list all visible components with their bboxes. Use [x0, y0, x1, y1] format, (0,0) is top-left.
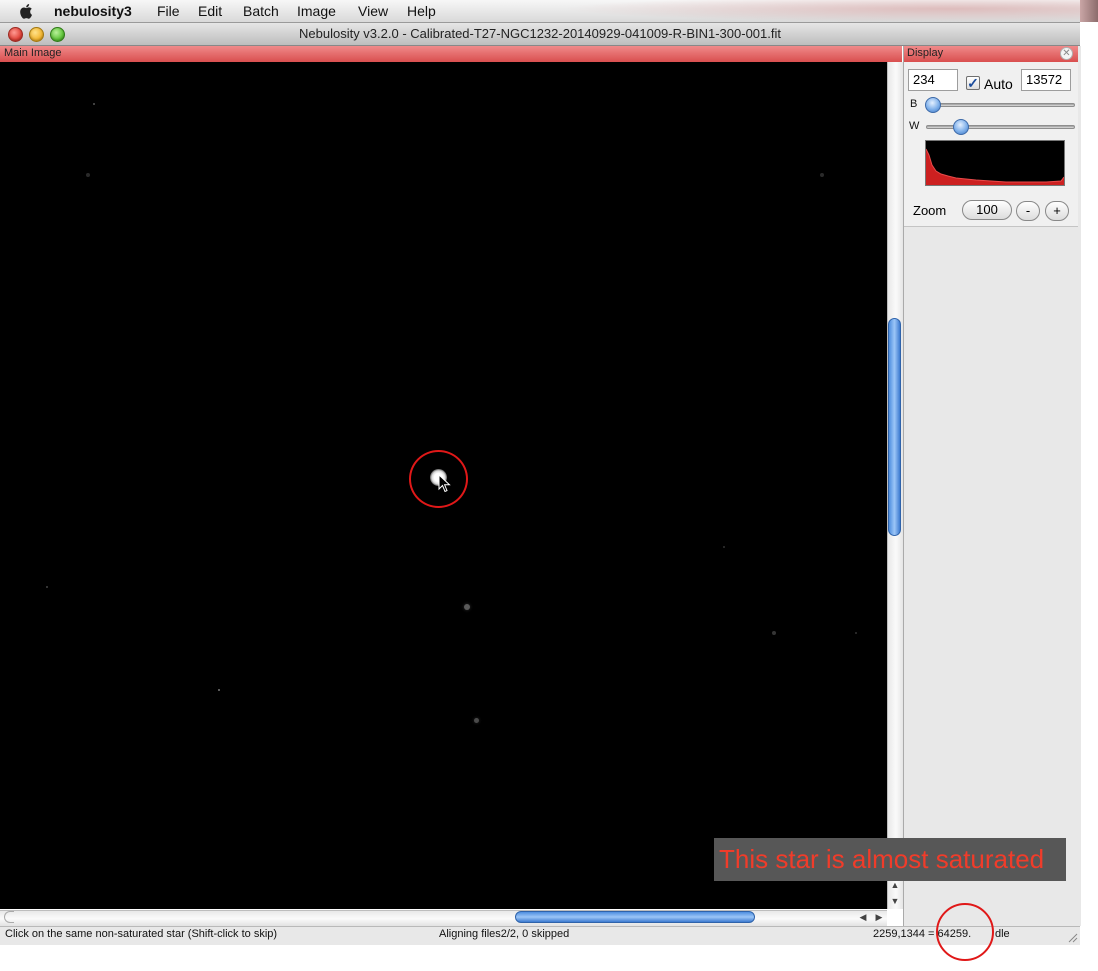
auto-checkbox[interactable]: ✓: [966, 76, 980, 90]
menu-file[interactable]: File: [157, 3, 180, 19]
menu-help[interactable]: Help: [407, 3, 436, 19]
zoom-value-field[interactable]: 100: [962, 200, 1012, 220]
black-point-input[interactable]: 234: [908, 69, 958, 91]
b-slider-knob[interactable]: [925, 97, 941, 113]
window-zoom-button[interactable]: [50, 27, 65, 42]
resize-grip-icon[interactable]: [1066, 931, 1078, 943]
menu-edit[interactable]: Edit: [198, 3, 222, 19]
scroll-right-arrow-icon[interactable]: ▶: [871, 912, 887, 923]
auto-label: Auto: [984, 76, 1013, 92]
readout-highlight-circle: [936, 903, 994, 961]
histogram: [925, 140, 1065, 186]
vertical-scroll-thumb[interactable]: [888, 318, 901, 536]
close-icon[interactable]: ✕: [1060, 47, 1073, 60]
star-highlight-circle: [409, 450, 468, 508]
star: [772, 631, 776, 635]
star: [474, 718, 479, 723]
zoom-in-button[interactable]: +: [1045, 201, 1069, 221]
zoom-label: Zoom: [913, 203, 947, 218]
menu-view[interactable]: View: [358, 3, 388, 19]
scroll-left-arrow-icon[interactable]: ◀: [855, 912, 871, 923]
status-instruction: Click on the same non-saturated star (Sh…: [5, 928, 278, 940]
zoom-out-button[interactable]: -: [1016, 201, 1040, 221]
main-image-label: Main Image: [4, 47, 62, 59]
star: [86, 173, 90, 177]
star: [855, 632, 857, 634]
menu-bar-wallpaper: [560, 0, 1080, 22]
main-image-header: [0, 46, 902, 62]
annotation-callout: This star is almost saturated: [714, 838, 1066, 881]
b-slider-track[interactable]: [926, 103, 1075, 107]
menu-image[interactable]: Image: [297, 3, 336, 19]
desktop-edge: [1080, 0, 1098, 22]
scroll-up-arrow-icon[interactable]: ▲: [887, 880, 903, 890]
menu-app-name[interactable]: nebulosity3: [54, 3, 132, 19]
w-slider-label: W: [909, 120, 920, 132]
window-minimize-button[interactable]: [29, 27, 44, 42]
star: [820, 173, 824, 177]
display-panel-label: Display: [907, 47, 944, 59]
horizontal-scroll-thumb[interactable]: [515, 911, 755, 923]
status-state: dle: [995, 928, 1010, 940]
apple-icon[interactable]: [18, 2, 36, 20]
star: [46, 586, 48, 588]
horizontal-scroll-track-cap: [4, 911, 14, 923]
white-point-input[interactable]: 13572: [1021, 69, 1071, 91]
b-slider-label: B: [910, 98, 918, 110]
w-slider-track[interactable]: [926, 125, 1075, 129]
window-title: Nebulosity v3.2.0 - Calibrated-T27-NGC12…: [299, 26, 781, 41]
w-slider-knob[interactable]: [952, 119, 969, 135]
window-close-button[interactable]: [8, 27, 23, 42]
star: [464, 604, 470, 610]
scroll-down-arrow-icon[interactable]: ▼: [887, 896, 903, 906]
histogram-plot: [926, 148, 1064, 185]
star: [723, 546, 725, 548]
menu-batch[interactable]: Batch: [243, 3, 279, 19]
status-progress: Aligning files2/2, 0 skipped: [439, 928, 570, 940]
star: [93, 103, 95, 105]
star: [218, 689, 220, 691]
